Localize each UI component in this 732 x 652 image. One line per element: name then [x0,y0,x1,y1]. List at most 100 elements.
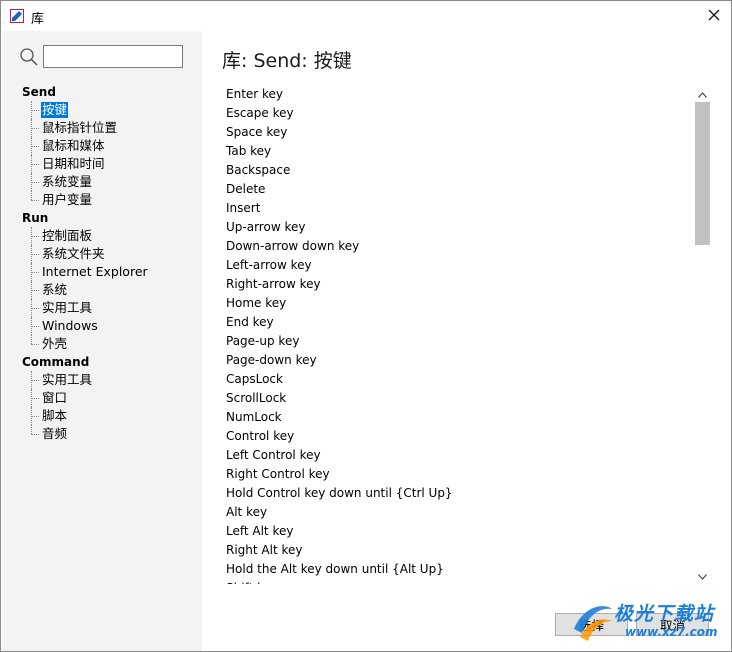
list-item[interactable]: End key [222,313,710,332]
tree-item-label: Internet Explorer [42,264,148,279]
library-dialog: 库 Send 按键 鼠标指针位置 鼠标和媒体 日期和时间 系统变量 用户变量 Run 控制面板系… [0,0,732,652]
list-item[interactable]: NumLock [222,408,710,427]
tree-connector-line [31,290,39,291]
tree-item-label: 实用工具 [42,300,93,315]
tree-item[interactable]: 按键 [2,101,202,119]
tree-item[interactable]: 系统 [2,281,202,299]
pencil-ruler-icon [10,9,24,23]
close-icon [708,9,720,24]
list-item[interactable]: Alt key [222,503,710,522]
tree-connector-line [31,380,39,381]
list-item[interactable]: Hold Control key down until {Ctrl Up} [222,484,710,503]
list-item[interactable]: Enter key [222,85,710,104]
window-title: 库 [31,12,45,27]
tree-item[interactable]: 实用工具 [2,299,202,317]
list-item[interactable]: Hold the Alt key down until {Alt Up} [222,560,710,579]
page-title: 库: Send: 按键 [222,50,352,72]
tree-item-label: 日期和时间 [42,156,105,171]
tree-item-label: 按键 [41,102,69,118]
tree-item-label: Windows [42,318,98,333]
tree-connector-line [31,182,39,183]
list-item[interactable]: Tab key [222,142,710,161]
tree-connector-line [31,200,39,201]
tree-item-label: 系统文件夹 [42,246,105,261]
tree-item[interactable]: 鼠标和媒体 [2,137,202,155]
tree-connector-line [31,254,39,255]
list-item[interactable]: Delete [222,180,710,199]
list-item[interactable]: Insert [222,199,710,218]
tree-connector-line [31,308,39,309]
tree-connector-line [31,110,39,111]
tree-item[interactable]: 日期和时间 [2,155,202,173]
select-button[interactable]: 选择 [555,613,628,636]
library-tree: Send 按键 鼠标指针位置 鼠标和媒体 日期和时间 系统变量 用户变量 Run 控制面板 系统文… [2,83,202,443]
scrollbar-thumb[interactable] [695,102,710,245]
list-item[interactable]: Backspace [222,161,710,180]
tree-item[interactable]: Internet Explorer [2,263,202,281]
list-item[interactable]: Right Control key [222,465,710,484]
tree-item-label: 系统变量 [42,174,93,189]
tree-item-label: 控制面板 [42,228,93,243]
key-list-scrollbar[interactable] [694,85,711,584]
scroll-up-button[interactable] [694,85,711,102]
list-item[interactable]: Right Alt key [222,541,710,560]
list-item[interactable]: Home key [222,294,710,313]
tree-connector-line [31,191,32,200]
tree-group-send: Send 按键 鼠标指针位置 鼠标和媒体 日期和时间系统变量用户变量 [2,83,202,209]
list-item[interactable]: ScrollLock [222,389,710,408]
tree-item[interactable]: 控制面板 [2,227,202,245]
list-item[interactable]: Page-up key [222,332,710,351]
tree-group-title[interactable]: Command [2,353,202,371]
tree-connector-line [31,425,32,434]
tree-item[interactable]: 窗口 [2,389,202,407]
list-item[interactable]: Shift key [222,579,710,584]
scroll-down-button[interactable] [694,567,711,584]
tree-item-label: 音频 [42,426,68,441]
tree-connector-line [31,164,39,165]
close-button[interactable] [697,1,731,31]
library-sidebar: Send 按键 鼠标指针位置 鼠标和媒体 日期和时间 系统变量 用户变量 Run 控制面板 系统文… [2,31,202,651]
tree-item[interactable]: 外壳 [2,335,202,353]
tree-item[interactable]: 实用工具 [2,371,202,389]
list-item[interactable]: Right-arrow key [222,275,710,294]
list-item[interactable]: Up-arrow key [222,218,710,237]
tree-connector-line [31,272,39,273]
tree-item[interactable]: 鼠标指针位置 [2,119,202,137]
tree-item-label: 用户变量 [42,192,93,207]
tree-group-title[interactable]: Send [2,83,202,101]
tree-connector-line [31,398,39,399]
tree-connector-line [31,416,39,417]
title-bar: 库 [1,1,731,31]
search-input[interactable] [43,45,183,68]
tree-connector-line [31,344,39,345]
tree-item[interactable]: 音频 [2,425,202,443]
tree-group-command: Command 实用工具 窗口脚本音频 [2,353,202,443]
tree-connector-line [31,236,39,237]
tree-item[interactable]: 用户变量 [2,191,202,209]
list-item[interactable]: Escape key [222,104,710,123]
tree-item[interactable]: Windows [2,317,202,335]
tree-item[interactable]: 系统文件夹 [2,245,202,263]
cancel-button[interactable]: 取消 [636,613,709,636]
list-item[interactable]: Left Control key [222,446,710,465]
tree-connector-line [31,434,39,435]
key-list: Enter key Escape key Space key Tab key Backs… [222,85,710,584]
tree-item[interactable]: 脚本 [2,407,202,425]
tree-item[interactable]: 系统变量 [2,173,202,191]
list-item[interactable]: Left-arrow key [222,256,710,275]
search-icon [19,47,39,67]
list-item[interactable]: Page-down key [222,351,710,370]
tree-group-run: Run 控制面板系统文件夹 Internet Explorer 系统实用工具 Windo… [2,209,202,353]
list-item[interactable]: Control key [222,427,710,446]
list-item[interactable]: Left Alt key [222,522,710,541]
list-item[interactable]: Space key [222,123,710,142]
tree-item-label: 脚本 [42,408,68,423]
tree-item-label: 窗口 [42,390,68,405]
list-item[interactable]: Down-arrow down key [222,237,710,256]
list-item[interactable]: CapsLock [222,370,710,389]
tree-item-label: 系统 [42,282,68,297]
tree-connector-line [31,335,32,344]
tree-group-title[interactable]: Run [2,209,202,227]
tree-connector-line [31,146,39,147]
tree-connector-line [31,326,39,327]
